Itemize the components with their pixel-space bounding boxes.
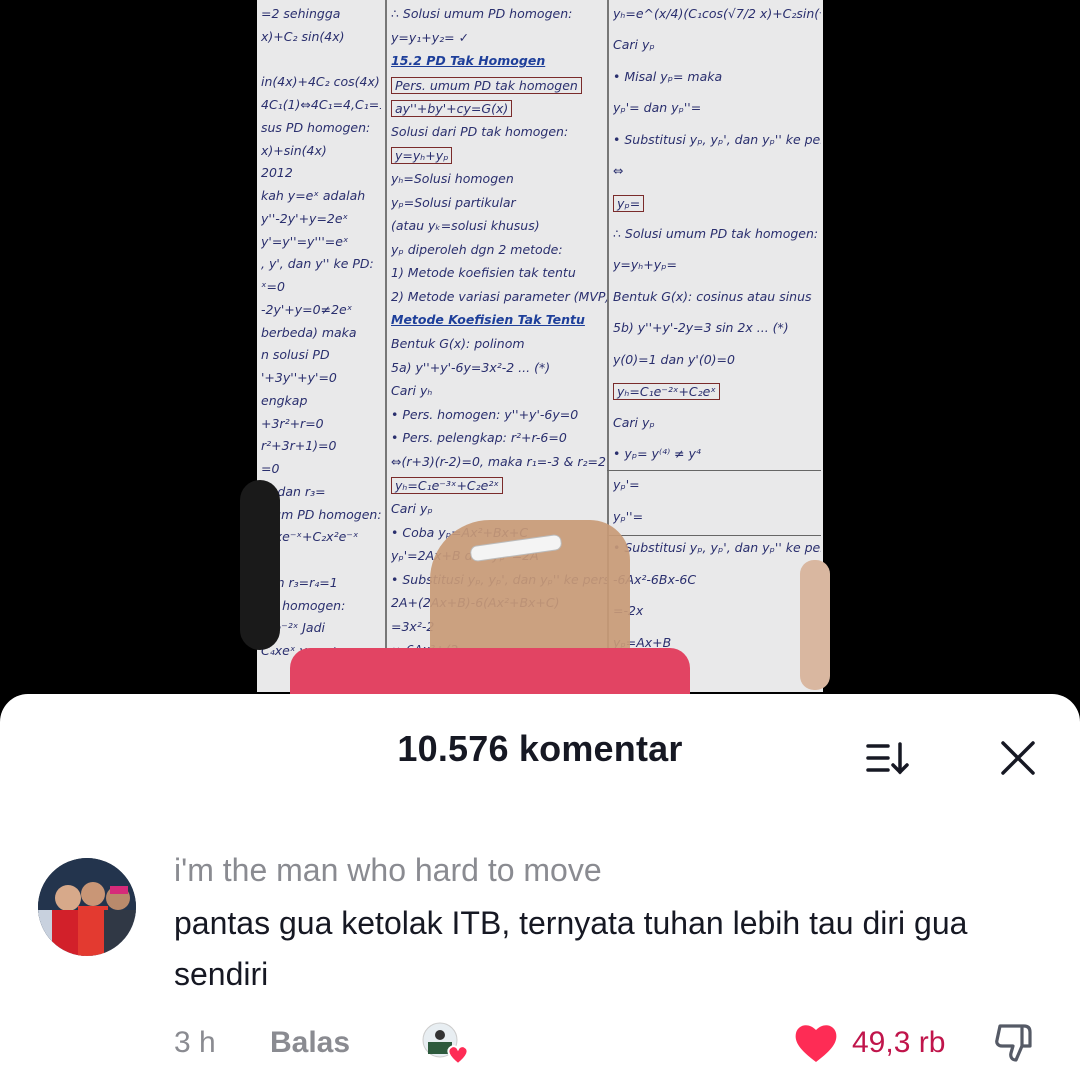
video-player[interactable]: =2 sehingga x)+C₂ sin(4x) in(4x)+4C₂ cos(4… (0, 0, 1080, 700)
whiteboard-text: Pers. umum PD tak homogen (391, 76, 582, 94)
whiteboard-text: y=y₁+y₂= ✓ (391, 29, 470, 45)
comments-panel: 10.576 komentar i'm the man who hard to … (0, 694, 1080, 1083)
whiteboard-column-3: yₕ=e^(x/4)(C₁cos(√7/2 x)+C₂sin(√7/2 x)) C… (607, 0, 823, 692)
whiteboard-text: ⇔(r+3)(r-2)=0, maka r₁=-3 & r₂=2 (391, 453, 606, 469)
whiteboard-text: 4C₁(1)⇔4C₁=4,C₁=1 (261, 97, 381, 113)
whiteboard-text: +3r²+r=0 (261, 415, 324, 431)
whiteboard-text: engkap (261, 392, 308, 408)
whiteboard-text: r²+3r+1)=0 (261, 438, 337, 454)
whiteboard-text: yₕ=C₁e⁻³ˣ+C₂e²ˣ (391, 477, 503, 495)
whiteboard-text: 5b) y''+y'-2y=3 sin 2x ... (*) (613, 320, 789, 336)
viewer-edge (800, 560, 830, 690)
whiteboard-text: yₚ'= dan yₚ''= (613, 100, 702, 116)
whiteboard-text: • Substitusi yₚ, yₚ', dan yₚ'' ke pers. … (613, 131, 821, 147)
whiteboard-text: x)+sin(4x) (261, 142, 327, 158)
presenter-shirt (290, 648, 690, 700)
whiteboard-text: 2) Metode variasi parameter (MVP) (391, 288, 607, 304)
comment-time: 3 h (174, 1026, 216, 1059)
whiteboard-text: =-2x (613, 603, 821, 618)
whiteboard-text: Cari yₚ (391, 501, 433, 516)
whiteboard-text: • Misal yₚ= maka (613, 68, 723, 84)
whiteboard-text: Cari yₕ (391, 383, 433, 399)
whiteboard-text: Cari yₚ (613, 37, 655, 53)
close-icon[interactable] (996, 736, 1040, 780)
presenter-head (240, 480, 280, 650)
whiteboard-text: yₕ=e^(x/4)(C₁cos(√7/2 x)+C₂sin(√7/2 x)) (613, 6, 821, 21)
comment-meta: 3 h Balas 49,3 rb (174, 1022, 1054, 1068)
whiteboard-text: berbeda) maka (261, 324, 357, 340)
whiteboard-text: ⇔ (613, 163, 624, 179)
whiteboard-text: , y', dan y'' ke PD: (261, 256, 374, 272)
whiteboard-text: kah y=eˣ adalah (261, 188, 366, 204)
whiteboard-text: 2012 (261, 165, 293, 181)
comment-text: pantas gua ketolak ITB, ternyata tuhan l… (174, 905, 968, 992)
whiteboard-text: ∴ Solusi umum PD homogen: (391, 6, 573, 21)
whiteboard-text: sus PD homogen: (261, 119, 371, 135)
whiteboard-text: y=yₕ+yₚ= (613, 257, 677, 273)
dislike-icon[interactable] (992, 1020, 1040, 1066)
whiteboard-text: ˣ=0 (261, 279, 285, 295)
whiteboard-text: y(0)=1 dan y'(0)=0 (613, 351, 735, 367)
whiteboard-text: 15.2 PD Tak Homogen (391, 53, 546, 69)
whiteboard-text: 5a) y''+y'-6y=3x²-2 ... (*) (391, 359, 551, 375)
whiteboard-text: • yₚ= y⁽⁴⁾ ≠ y⁴ (613, 446, 701, 461)
whiteboard-text: • Pers. pelengkap: r²+r-6=0 (391, 430, 567, 446)
whiteboard-text: • Pers. homogen: y''+y'-6y=0 (391, 406, 579, 422)
whiteboard-text: Bentuk G(x): cosinus atau sinus (613, 288, 812, 304)
reply-button[interactable]: Balas (270, 1026, 350, 1060)
whiteboard-text: • Substitusi yₚ, yₚ', dan yₚ'' ke pers. … (613, 540, 821, 556)
comment-username[interactable]: i'm the man who hard to move (174, 852, 602, 889)
whiteboard-divider (607, 535, 821, 536)
whiteboard-text: yₚ''= (613, 508, 644, 524)
comments-count-title: 10.576 komentar (397, 728, 683, 769)
sort-icon[interactable] (864, 738, 910, 778)
whiteboard-text: yₚ diperoleh dgn 2 metode: (391, 241, 563, 257)
whiteboard-text: yₕ=Solusi homogen (391, 171, 514, 186)
whiteboard-text: =2 sehingga (261, 6, 341, 21)
whiteboard-text: (atau yₖ=solusi khusus) (391, 218, 540, 234)
whiteboard-text: yₚ=Solusi partikular (391, 194, 516, 210)
whiteboard-text: n solusi PD (261, 347, 330, 363)
whiteboard-text: Solusi dari PD tak homogen: (391, 123, 569, 139)
avatar[interactable] (38, 858, 136, 956)
whiteboard-text: y'=y''=y'''=eˣ (261, 233, 349, 249)
whiteboard-text: Cari yₚ (613, 414, 655, 430)
whiteboard-text: Metode Koefisien Tak Tentu (391, 312, 585, 328)
like-count: 49,3 rb (852, 1026, 946, 1059)
whiteboard-text: 1) Metode koefisien tak tentu (391, 265, 576, 281)
whiteboard-text: ay''+by'+cy=G(x) (391, 100, 513, 118)
comment-item: i'm the man who hard to move pantas gua … (0, 844, 1080, 1083)
whiteboard-text: x)+C₂ sin(4x) (261, 28, 345, 44)
whiteboard-text: =0 (261, 461, 280, 477)
whiteboard-text: y=yₕ+yₚ (391, 147, 453, 165)
whiteboard-divider (607, 470, 821, 471)
whiteboard-text: '+3y''+y'=0 (261, 370, 337, 386)
whiteboard-text: yₕ=C₁e⁻²ˣ+C₂eˣ (613, 383, 720, 401)
like-heart-icon[interactable] (792, 1020, 840, 1066)
whiteboard-text: y''-2y'+y=2eˣ (261, 210, 349, 226)
whiteboard-text: in(4x)+4C₂ cos(4x) (261, 74, 380, 90)
whiteboard-text: yₚ'= (613, 477, 640, 493)
whiteboard-text: ∴ Solusi umum PD tak homogen: (613, 226, 819, 241)
whiteboard-text: Bentuk G(x): polinom (391, 336, 525, 351)
whiteboard-text: -2y'+y=0≠2eˣ (261, 301, 353, 317)
whiteboard-text: yₚ= (613, 194, 645, 212)
creator-liked-avatar-icon (422, 1022, 469, 1066)
whiteboard-text: -6Ax²-6Bx-6C (613, 571, 697, 587)
